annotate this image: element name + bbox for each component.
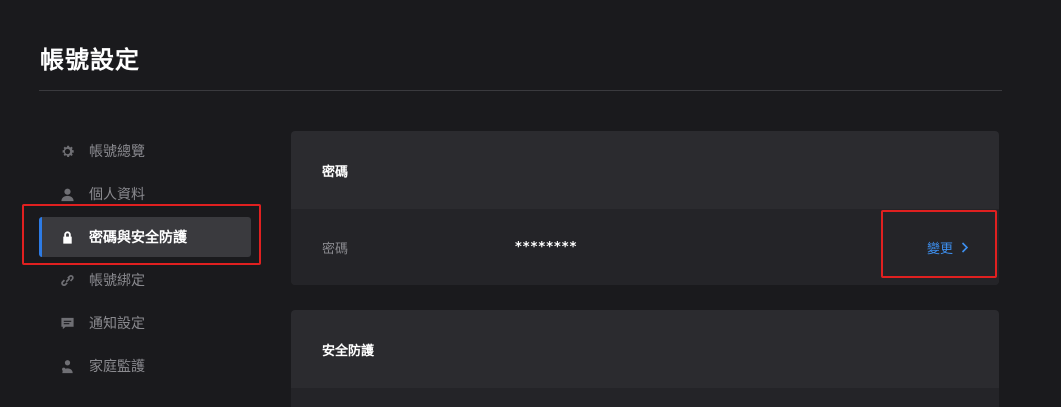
- password-card-title: 密碼: [322, 164, 349, 180]
- sidebar-item-family-guard[interactable]: 家庭監護: [39, 346, 251, 386]
- page-title: 帳號設定: [40, 46, 140, 74]
- sidebar-item-account-binding[interactable]: 帳號綁定: [39, 260, 251, 300]
- sidebar-nav: 帳號總覽 個人資料 密碼與安全防護 帳號綁定 通知設定 家庭監護: [39, 131, 251, 389]
- lock-icon: [59, 229, 75, 245]
- sidebar-item-label: 密碼與安全防護: [89, 230, 187, 246]
- sidebar-item-label: 家庭監護: [89, 359, 145, 375]
- sidebar-item-label: 通知設定: [89, 316, 145, 332]
- user-icon: [59, 186, 75, 202]
- gear-icon: [59, 143, 75, 159]
- change-password-label: 變更: [926, 241, 953, 257]
- sidebar-item-notifications[interactable]: 通知設定: [39, 303, 251, 343]
- sidebar-item-profile[interactable]: 個人資料: [39, 174, 251, 214]
- sidebar-item-label: 帳號綁定: [89, 273, 145, 289]
- password-value: ********: [515, 239, 578, 255]
- sidebar-item-overview[interactable]: 帳號總覽: [39, 131, 251, 171]
- chevron-right-icon: [961, 241, 969, 253]
- security-card-title: 安全防護: [322, 343, 375, 359]
- sidebar-item-password-security[interactable]: 密碼與安全防護: [39, 217, 251, 257]
- sidebar-item-label: 帳號總覽: [89, 144, 145, 160]
- password-card: 密碼 密碼 ******** 變更: [291, 131, 999, 285]
- account-settings-page: 帳號設定 帳號總覽 個人資料 密碼與安全防護 帳號綁定 通知設定 家庭監護 密碼…: [0, 0, 1061, 407]
- family-icon: [59, 358, 75, 374]
- change-password-link[interactable]: 變更: [927, 238, 969, 257]
- link-icon: [59, 272, 75, 288]
- sidebar-item-label: 個人資料: [89, 187, 145, 203]
- security-row: [291, 388, 999, 407]
- password-label: 密碼: [322, 241, 349, 257]
- message-icon: [59, 315, 75, 331]
- title-divider: [39, 90, 1002, 91]
- password-row: 密碼 ******** 變更: [291, 209, 999, 285]
- security-card: 安全防護: [291, 310, 999, 407]
